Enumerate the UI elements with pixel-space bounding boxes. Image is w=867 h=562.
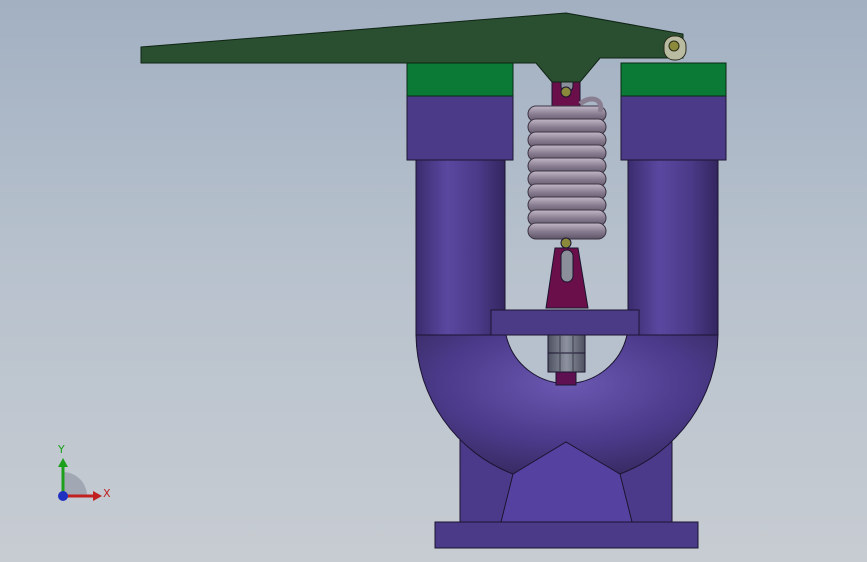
right-cap[interactable]	[620, 62, 727, 97]
left-pipe-leg[interactable]	[415, 159, 506, 336]
cad-model[interactable]	[0, 0, 867, 562]
lower-link	[560, 249, 574, 283]
lever-pivot-pin	[668, 40, 680, 52]
base-flange[interactable]	[434, 521, 699, 549]
tension-spring[interactable]	[527, 96, 607, 240]
left-collar[interactable]	[406, 95, 514, 161]
left-cap[interactable]	[406, 62, 514, 97]
x-axis-label: X	[103, 487, 111, 500]
upper-spring-pin	[560, 86, 572, 98]
cad-viewport[interactable]: X Y	[0, 0, 867, 562]
hex-nut-upper[interactable]	[547, 334, 586, 354]
right-collar[interactable]	[620, 95, 727, 161]
lower-spring-pin	[560, 237, 572, 249]
y-axis-label: Y	[58, 443, 65, 456]
right-pipe-leg[interactable]	[627, 159, 719, 336]
cross-plate[interactable]	[490, 309, 640, 336]
hex-nut-lower[interactable]	[547, 352, 586, 373]
